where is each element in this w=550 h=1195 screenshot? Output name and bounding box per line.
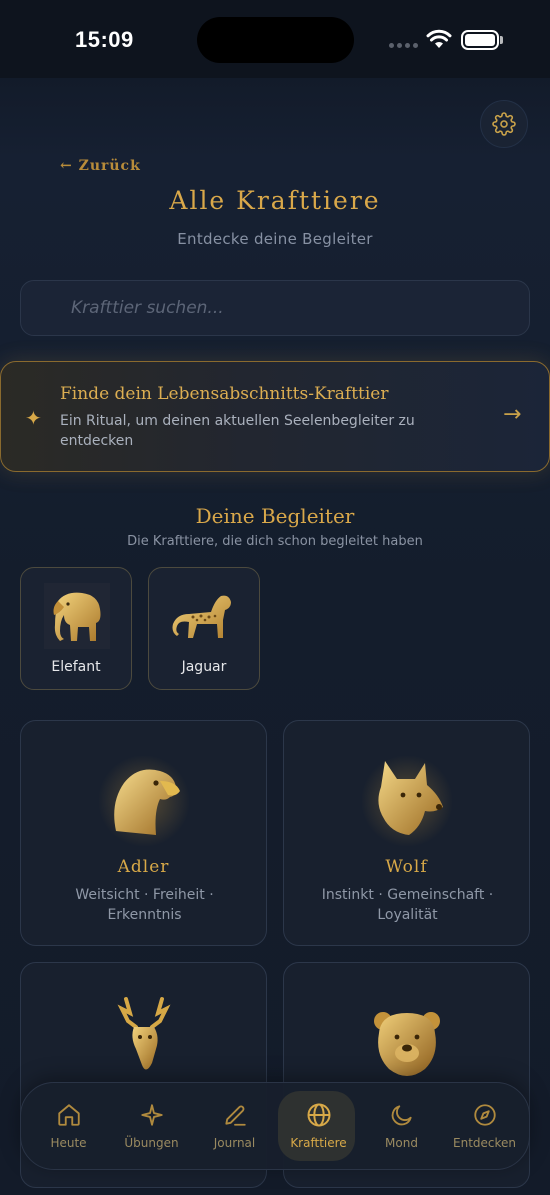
search-field[interactable] <box>20 280 530 336</box>
companion-card-elefant[interactable]: Elefant <box>20 567 132 690</box>
page-subtitle: Entdecke deine Begleiter <box>177 230 373 248</box>
wifi-icon <box>426 29 452 48</box>
elephant-icon <box>44 583 110 649</box>
wolf-portrait <box>357 749 457 849</box>
moon-icon <box>391 1105 412 1126</box>
globe-icon <box>307 1103 330 1127</box>
companion-name: Elefant <box>51 659 101 675</box>
animal-card-adler[interactable]: Adler Weitsicht · Freiheit · Erkenntnis <box>20 720 267 946</box>
battery-cap <box>500 36 503 44</box>
battery-icon <box>461 30 499 50</box>
back-link[interactable]: ← Zurück <box>60 158 141 174</box>
tab-journal[interactable]: Journal <box>193 1083 276 1171</box>
animal-traits: Weitsicht · Freiheit · Erkenntnis <box>75 887 214 923</box>
tab-bar: Heute Übungen Journal Krafttiere Mond En… <box>20 1082 530 1170</box>
gear-icon <box>492 112 516 136</box>
eagle-portrait <box>94 749 194 849</box>
tab-label: Übungen <box>124 1136 179 1150</box>
tab-label: Heute <box>50 1136 87 1150</box>
elephant-image <box>43 582 111 650</box>
tab-heute[interactable]: Heute <box>27 1083 110 1171</box>
arrow-right-icon[interactable]: → <box>503 402 521 427</box>
eagle-icon <box>98 755 190 847</box>
companions-title: Deine Begleiter <box>195 504 355 528</box>
tab-label: Mond <box>385 1136 418 1150</box>
status-time: 15:09 <box>75 27 134 52</box>
tab-label: Entdecken <box>453 1136 516 1150</box>
wolf-icon <box>361 755 453 847</box>
tab-uebungen[interactable]: Übungen <box>110 1083 193 1171</box>
tab-entdecken[interactable]: Entdecken <box>443 1083 526 1171</box>
tab-krafttiere[interactable]: Krafttiere <box>277 1083 360 1171</box>
animal-traits: Instinkt · Gemeinschaft · Loyalität <box>321 887 494 923</box>
status-bar: 15:09 <box>0 0 550 78</box>
animal-name: Wolf <box>385 857 428 877</box>
deer-icon <box>117 997 171 1070</box>
compass-icon <box>473 1104 496 1126</box>
companion-card-jaguar[interactable]: Jaguar <box>148 567 260 690</box>
tab-mond[interactable]: Mond <box>360 1083 443 1171</box>
animal-card-wolf[interactable]: Wolf Instinkt · Gemeinschaft · Loyalität <box>283 720 530 946</box>
cellular-signal-icon <box>389 43 418 48</box>
home-icon <box>57 1104 80 1126</box>
sparkle-icon: ✦ <box>25 406 42 430</box>
dynamic-island <box>197 17 354 63</box>
page-title: Alle Krafttiere <box>169 186 381 215</box>
jaguar-image <box>171 582 239 650</box>
jaguar-icon <box>172 595 231 638</box>
companion-name: Jaguar <box>181 659 227 675</box>
animal-name: Adler <box>117 857 170 877</box>
search-input[interactable] <box>21 281 529 335</box>
ritual-title: Finde dein Lebensabschnitts-Krafttier <box>60 384 389 404</box>
companions-subtitle: Die Krafttiere, die dich schon begleitet… <box>127 534 423 549</box>
pencil-icon <box>224 1105 246 1126</box>
bear-icon <box>374 1012 440 1076</box>
sparkle-icon <box>140 1104 163 1126</box>
ritual-description: Ein Ritual, um deinen aktuellen Seelenbe… <box>60 413 415 449</box>
tab-label: Krafttiere <box>290 1136 347 1150</box>
bear-portrait <box>357 991 457 1091</box>
settings-button[interactable] <box>480 100 528 148</box>
deer-portrait <box>94 991 194 1091</box>
tab-label: Journal <box>213 1136 256 1150</box>
screen: 15:09 ← Zurück Alle Krafttiere Entdecke … <box>0 0 550 1195</box>
